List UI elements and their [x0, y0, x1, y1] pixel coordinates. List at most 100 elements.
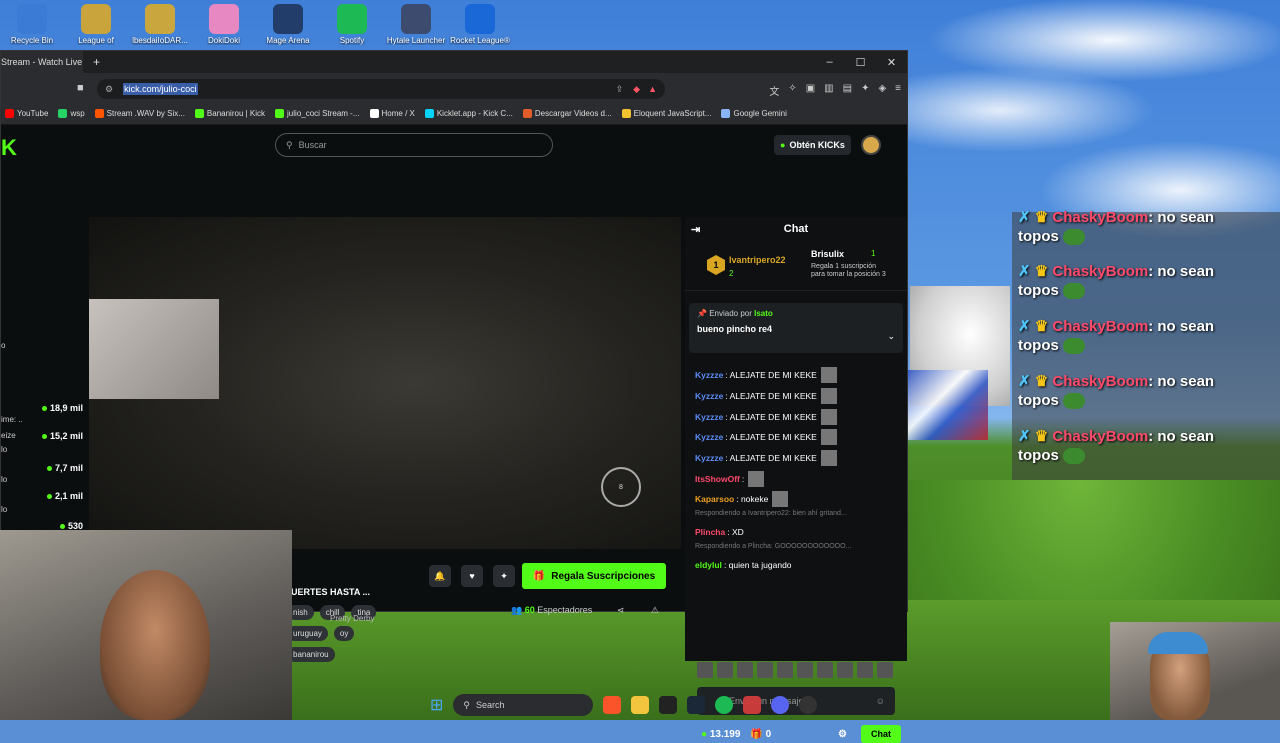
files-taskbar-icon[interactable]: [631, 696, 650, 714]
sidebar-icon[interactable]: ▥: [824, 83, 833, 98]
sidebar-channel-item[interactable]: 18,9 mil: [1, 403, 83, 413]
emote-icon[interactable]: [777, 662, 793, 678]
sidebar-channel-item[interactable]: lo: [1, 475, 83, 484]
get-kicks-button[interactable]: ● Obtén KICKs: [774, 135, 851, 155]
site-settings-icon[interactable]: ⚙: [105, 84, 113, 95]
emoji-icon[interactable]: ☺: [876, 696, 885, 706]
chat-username[interactable]: Kyzzze: [695, 432, 723, 442]
new-tab-icon[interactable]: +: [93, 55, 100, 69]
desktop-icon[interactable]: Rocket League®: [448, 0, 512, 50]
notifications-bell-icon[interactable]: 🔔: [429, 565, 451, 587]
emote-icon[interactable]: [697, 662, 713, 678]
sidebar-channel-item[interactable]: lo: [1, 505, 83, 514]
desktop-icon[interactable]: League of: [64, 0, 128, 50]
sidebar-channel-item[interactable]: ime: ..: [1, 415, 83, 424]
chat-message[interactable]: Kyzzze: ALEJATE DE MI KEKE: [695, 365, 900, 386]
follow-heart-icon[interactable]: ♥: [461, 565, 483, 587]
sparkle-icon[interactable]: ✦: [493, 565, 515, 587]
discord-taskbar-icon[interactable]: [771, 696, 790, 714]
bookmark-item[interactable]: YouTube: [5, 109, 48, 118]
leader-first-name[interactable]: Ivantripero22: [729, 255, 786, 265]
extensions-icon[interactable]: ✧: [788, 83, 796, 98]
bookmark-item[interactable]: wsp: [58, 109, 85, 118]
chat-message[interactable]: eldylul: quien ta jugando: [695, 555, 900, 576]
bookmark-item[interactable]: Descargar Videos d...: [522, 109, 612, 118]
desktop-icon[interactable]: Mage Arena: [256, 0, 320, 50]
desktop-icon[interactable]: Hytale Launcher: [384, 0, 448, 50]
desktop-icon[interactable]: lbesdaiIoDAR...: [128, 0, 192, 50]
user-avatar[interactable]: [861, 135, 881, 155]
leo-icon[interactable]: ✦: [861, 83, 869, 98]
chat-username[interactable]: Kyzzze: [695, 391, 723, 401]
menu-icon[interactable]: ≡: [895, 83, 901, 98]
search-input[interactable]: ⚲ Buscar: [275, 133, 553, 157]
url-bar[interactable]: ⚙ kick.com/julio-coci ⇪ ◆ ▲: [97, 79, 665, 99]
bookmark-item[interactable]: Bananirou | Kick: [194, 109, 265, 118]
emote-icon[interactable]: [877, 662, 893, 678]
leader-second-name[interactable]: Brisulix: [811, 249, 844, 259]
tag-chip[interactable]: oy: [333, 626, 355, 641]
sidebar-channel-item[interactable]: lo: [1, 445, 83, 454]
screenshot-icon[interactable]: ▣: [806, 83, 815, 98]
emote-icon[interactable]: [837, 662, 853, 678]
maximize-icon[interactable]: ☐: [845, 56, 876, 69]
chat-username[interactable]: Plincha: [695, 527, 725, 537]
obs-taskbar-icon[interactable]: [799, 696, 818, 714]
capcut-taskbar-icon[interactable]: [659, 696, 678, 714]
video-player[interactable]: 8: [89, 217, 681, 549]
share-stream-icon[interactable]: ⋖: [617, 605, 625, 615]
emote-icon[interactable]: [817, 662, 833, 678]
desktop-icon[interactable]: Spotify: [320, 0, 384, 50]
spotify-taskbar-icon[interactable]: [715, 696, 734, 714]
chat-message[interactable]: Kyzzze: ALEJATE DE MI KEKE: [695, 406, 900, 427]
bookmark-item[interactable]: Google Gemini: [721, 109, 787, 118]
taskbar-search[interactable]: ⚲ Search: [453, 694, 594, 716]
bookmark-item[interactable]: Eloquent JavaScript...: [621, 109, 711, 118]
sidebar-channel-item[interactable]: 2,1 mil: [1, 491, 83, 501]
sidebar-channel-item[interactable]: 7,7 mil: [1, 463, 83, 473]
share-icon[interactable]: ⇪: [616, 84, 624, 95]
pinned-message[interactable]: 📌 Enviado por Isato bueno pincho re4 ⌄: [689, 303, 903, 353]
chat-message[interactable]: Kaparsoo: nokeke: [695, 489, 900, 510]
emote-icon[interactable]: [857, 662, 873, 678]
bookmark-star-icon[interactable]: ■: [77, 82, 84, 94]
emote-icon[interactable]: [717, 662, 733, 678]
chat-send-button[interactable]: Chat: [861, 725, 901, 743]
chat-username[interactable]: ItsShowOff: [695, 474, 740, 484]
stream-title[interactable]: UERTES HASTA ...: [291, 587, 370, 597]
chat-username[interactable]: Kyzzze: [695, 412, 723, 422]
chat-message[interactable]: Kyzzze: ALEJATE DE MI KEKE: [695, 386, 900, 407]
brave-taskbar-icon[interactable]: [603, 696, 622, 714]
chat-message[interactable]: Plincha: XD: [695, 522, 900, 543]
tab-close-icon[interactable]: ✕: [82, 57, 83, 68]
bookmark-item[interactable]: Stream .WAV by Six...: [94, 109, 185, 118]
collapse-chat-icon[interactable]: ⇥: [691, 223, 700, 236]
close-window-icon[interactable]: ✕: [876, 56, 907, 69]
emote-icon[interactable]: [757, 662, 773, 678]
kick-logo[interactable]: K: [1, 135, 17, 161]
tag-chip[interactable]: bananirou: [287, 647, 335, 662]
rewards-icon[interactable]: ▲: [648, 84, 657, 94]
bookmark-item[interactable]: Home / X: [369, 109, 415, 118]
sidebar-channel-item[interactable]: o: [1, 341, 83, 350]
tag-chip[interactable]: uruguay: [287, 626, 328, 641]
report-icon[interactable]: ⚠: [651, 605, 659, 615]
chat-username[interactable]: Kaparsoo: [695, 494, 734, 504]
chat-username[interactable]: Kyzzze: [695, 370, 723, 380]
brave-shield-icon[interactable]: ◆: [633, 84, 640, 95]
chat-settings-icon[interactable]: ⚙: [838, 729, 847, 740]
gift-subs-button[interactable]: 🎁 Regala Suscripciones: [522, 563, 666, 589]
chat-username[interactable]: eldylul: [695, 560, 722, 570]
steam-taskbar-icon[interactable]: [687, 696, 706, 714]
desktop-icon[interactable]: Recycle Bin: [0, 0, 64, 50]
chat-message[interactable]: Kyzzze: ALEJATE DE MI KEKE: [695, 448, 900, 469]
browser-tab[interactable]: Stream - Watch Live ✕: [1, 51, 83, 73]
sidebar-channel-item[interactable]: eize 15,2 mil: [1, 431, 83, 441]
translate-icon[interactable]: 文: [769, 83, 779, 98]
wallet-icon[interactable]: ▤: [843, 83, 852, 98]
expand-pinned-icon[interactable]: ⌄: [887, 331, 895, 342]
bookmark-item[interactable]: Kicklet.app - Kick C...: [424, 109, 513, 118]
desktop-icon[interactable]: DokiDoki: [192, 0, 256, 50]
vpn-icon[interactable]: ◈: [878, 83, 886, 98]
voice-taskbar-icon[interactable]: [743, 696, 762, 714]
